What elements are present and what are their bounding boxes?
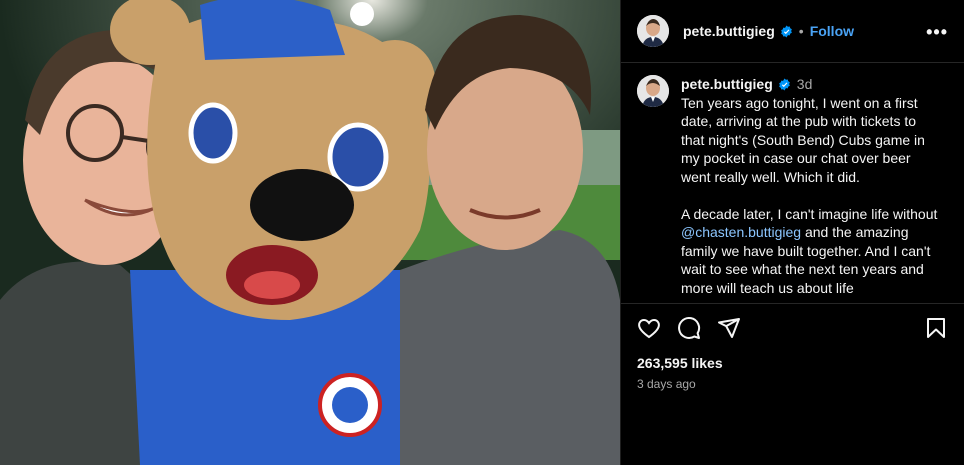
separator-dot: • (798, 23, 804, 39)
caption-text-part: Ten years ago tonight, I went on a first… (681, 94, 938, 222)
caption-avatar[interactable] (637, 75, 669, 107)
action-bar (637, 316, 948, 345)
post-footer: 263,595 likes 3 days ago (621, 303, 964, 403)
caption-time: 3d (796, 76, 813, 92)
caption-body: pete.buttigieg 3d Ten years ago tonight,… (681, 75, 941, 297)
comment-icon[interactable] (677, 316, 701, 345)
caption-text: Ten years ago tonight, I went on a first… (681, 94, 941, 298)
post-header: pete.buttigieg • Follow ••• (621, 0, 964, 63)
username[interactable]: pete.buttigieg (683, 23, 775, 39)
caption-username[interactable]: pete.buttigieg (681, 75, 773, 94)
instagram-post: pete.buttigieg • Follow ••• pete.buttigi… (0, 0, 964, 465)
more-options-icon[interactable]: ••• (926, 22, 948, 43)
follow-button[interactable]: Follow (810, 23, 854, 39)
heart-icon[interactable] (637, 316, 661, 345)
posted-time: 3 days ago (637, 377, 696, 391)
post-photo[interactable] (0, 0, 620, 465)
avatar-image (637, 75, 669, 107)
verified-badge-icon (780, 25, 793, 38)
share-icon[interactable] (717, 316, 741, 345)
post-sidebar: pete.buttigieg • Follow ••• pete.buttigi… (620, 0, 964, 465)
likes-count[interactable]: 263,595 likes (637, 355, 948, 371)
verified-badge-icon (778, 78, 791, 91)
mention-link[interactable]: @chasten.buttigieg (681, 224, 801, 240)
caption: pete.buttigieg 3d Ten years ago tonight,… (621, 63, 964, 297)
bookmark-icon[interactable] (924, 316, 948, 345)
avatar[interactable] (637, 15, 669, 47)
avatar-image (637, 15, 669, 47)
photo-image (0, 0, 620, 465)
